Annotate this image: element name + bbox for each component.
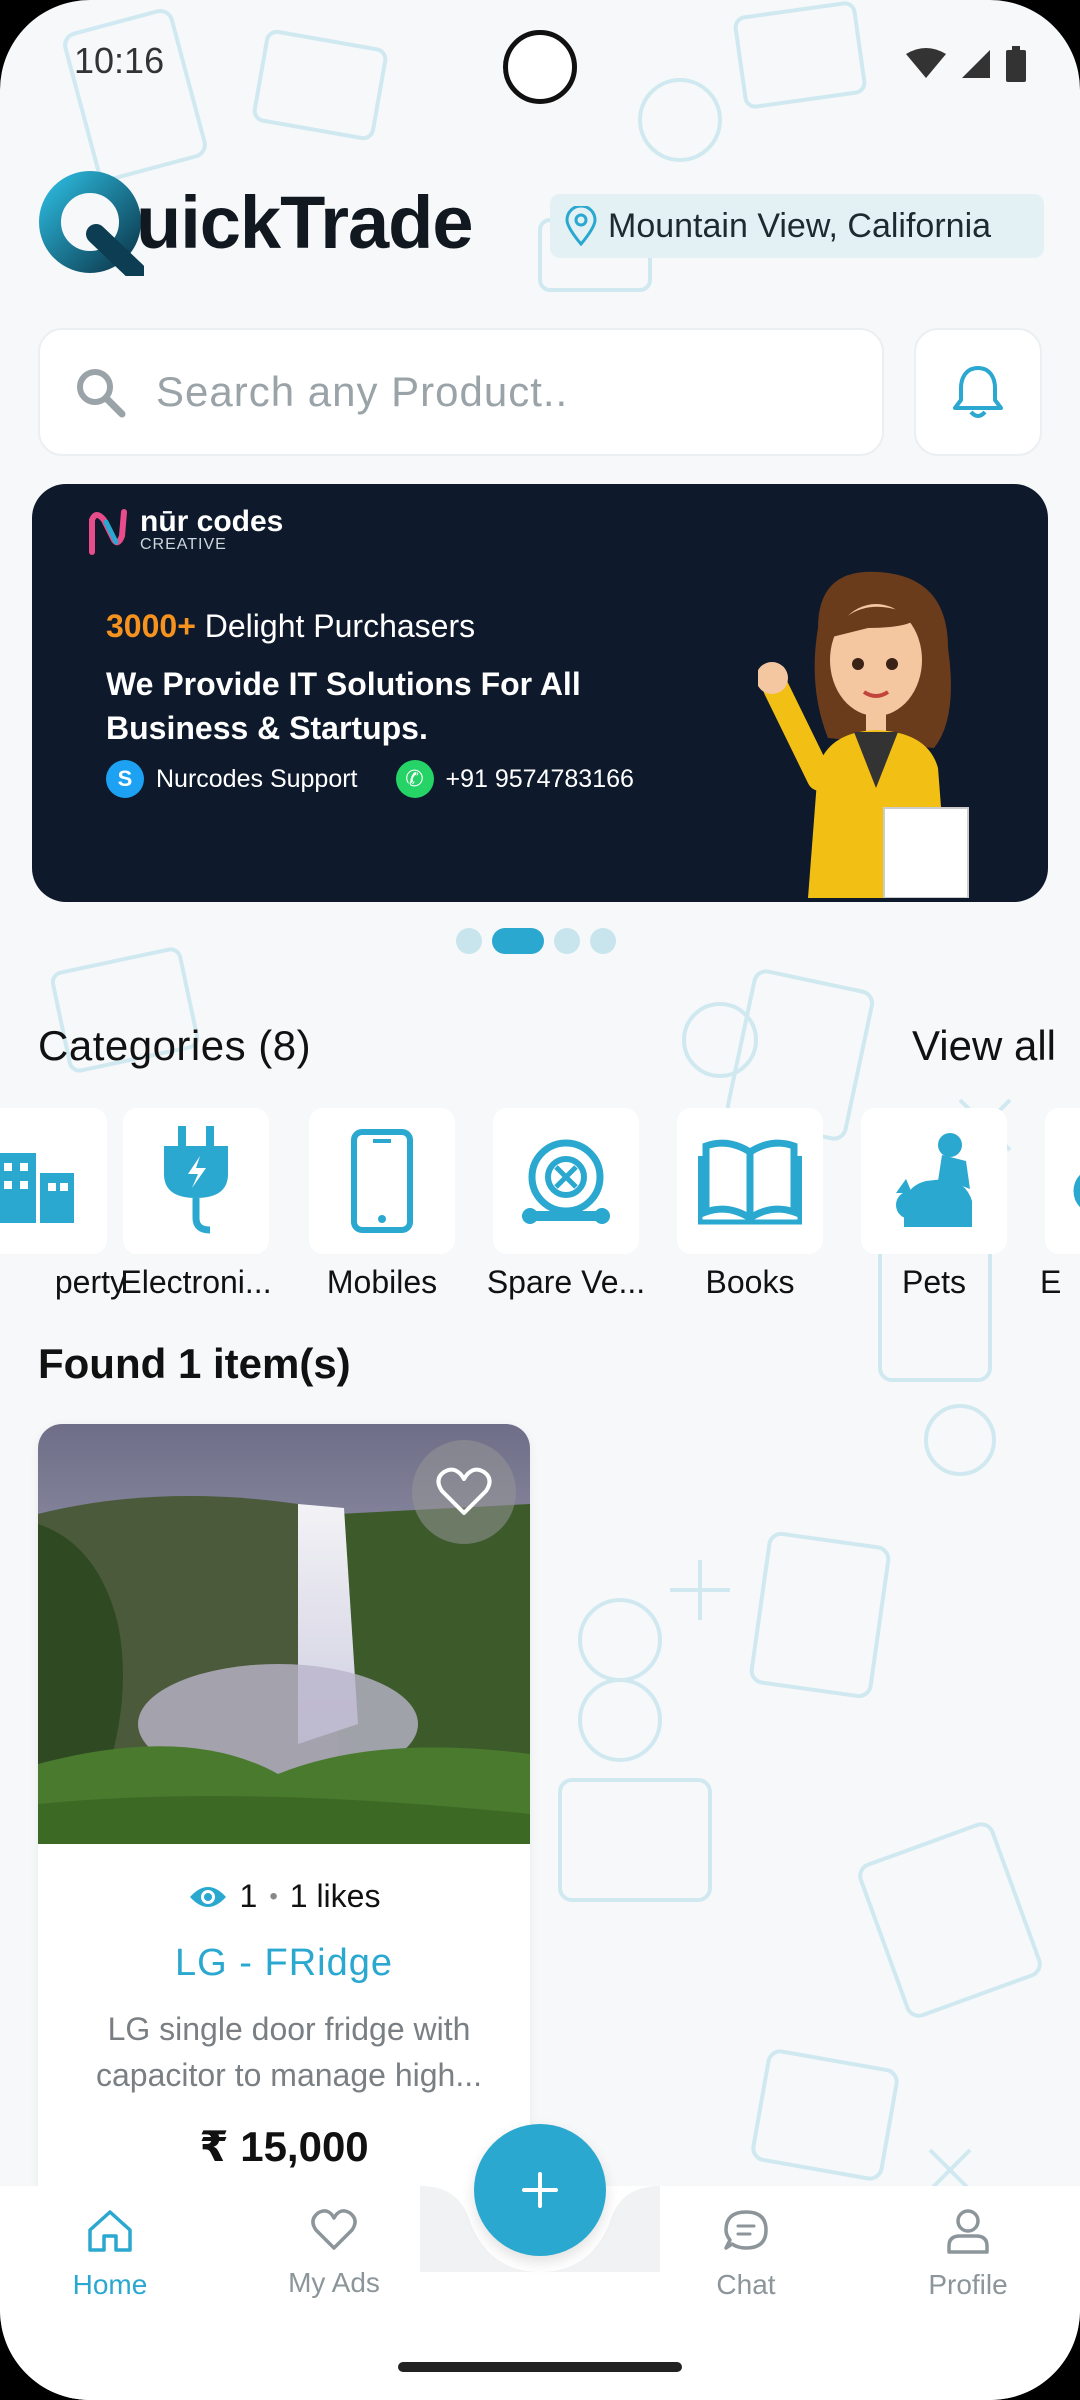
nav-my-ads[interactable]: My Ads (254, 2208, 414, 2299)
nav-home[interactable]: Home (30, 2208, 190, 2301)
stat-highlight: 3000+ (106, 608, 196, 644)
nav-chat-label: Chat (716, 2269, 776, 2300)
spare-part-icon (522, 1139, 610, 1224)
category-label: Mobiles (326, 1264, 438, 1300)
category-icon-box (861, 1108, 1007, 1254)
plus-icon (522, 2172, 558, 2208)
stat-text: Delight Purchasers (195, 608, 476, 644)
likes-count: 1 likes (289, 1878, 381, 1914)
gesture-home-bar[interactable] (398, 2362, 682, 2372)
product-stats: 1 • 1 likes (38, 1878, 530, 1915)
brand-sub: CREATIVE (140, 536, 227, 553)
app-name: uickTrade (136, 180, 474, 264)
category-label: Spare Ve... (486, 1264, 646, 1300)
category-partial[interactable]: E (1026, 1108, 1080, 1301)
category-spare-parts[interactable]: Spare Ve... (474, 1108, 658, 1301)
location-pin-icon (565, 206, 597, 246)
chat-icon (724, 2210, 768, 2250)
product-title: LG - FRidge (175, 1942, 393, 1984)
banner-pagination (456, 928, 616, 954)
category-icon-box (309, 1108, 455, 1254)
wifi-icon (906, 48, 946, 78)
whatsapp-contact: ✆ +91 9574783166 (395, 760, 634, 798)
category-icon-box (123, 1108, 269, 1254)
pagination-dot[interactable] (456, 928, 482, 954)
banner-stat: 3000+ Delight Purchasers (106, 608, 475, 645)
phone-icon (351, 1129, 413, 1233)
app-logo: uickTrade (36, 168, 474, 276)
results-count: Found 1 item(s) (38, 1340, 351, 1387)
favorite-button[interactable] (412, 1440, 516, 1544)
nav-my-ads-label: My Ads (288, 2267, 380, 2298)
nav-profile[interactable]: Profile (888, 2208, 1048, 2301)
banner-contacts: S Nurcodes Support ✆ +91 9574783166 (106, 760, 634, 798)
brand-logo-icon (89, 509, 127, 555)
bell-icon (953, 366, 1003, 418)
plug-icon (164, 1126, 228, 1234)
nav-home-label: Home (72, 2269, 148, 2300)
search-icon (77, 369, 126, 418)
skype-icon: S (106, 760, 144, 798)
product-description: LG single door fridge with capacitor to … (95, 2011, 482, 2093)
banner-headline: We Provide IT Solutions For All Business… (106, 666, 581, 746)
pagination-dot[interactable] (590, 928, 616, 954)
separator-dot: • (269, 1882, 278, 1910)
categories-title: Categories (8) (38, 1022, 312, 1069)
notifications-button[interactable] (914, 328, 1042, 456)
category-books[interactable]: Books (658, 1108, 842, 1301)
category-label: Electroni... (120, 1264, 272, 1300)
add-listing-button[interactable] (474, 2124, 606, 2256)
promo-banner[interactable]: nūr codes CREATIVE 3000+ Delight Purchas… (32, 484, 1048, 902)
category-electronics[interactable]: Electroni... (104, 1108, 288, 1301)
building-icon (0, 1153, 74, 1223)
category-icon-box (493, 1108, 639, 1254)
book-icon (698, 1139, 802, 1225)
category-label: Pets (901, 1264, 967, 1300)
category-label: E (1040, 1264, 1062, 1300)
search-bar[interactable]: Search any Product.. (38, 328, 884, 456)
search-input[interactable]: Search any Product.. (156, 368, 568, 416)
logo-q-mark (39, 171, 144, 276)
brand-name: nūr codes (140, 505, 284, 538)
category-mobiles[interactable]: Mobiles (290, 1108, 474, 1301)
location-label: Mountain View, California (608, 206, 992, 245)
pagination-dot[interactable] (554, 928, 580, 954)
waving-girl-illustration (758, 571, 969, 898)
category-label: Books (705, 1264, 795, 1300)
view-all-link[interactable]: View all (912, 1022, 1056, 1070)
location-chip[interactable]: Mountain View, California (550, 194, 1044, 258)
category-icon-box (677, 1108, 823, 1254)
heart-outline-icon (311, 2209, 357, 2250)
pets-icon (896, 1133, 972, 1227)
heart-icon (436, 1467, 492, 1515)
category-pets[interactable]: Pets (842, 1108, 1026, 1301)
battery-icon (1006, 46, 1026, 82)
profile-icon (947, 2209, 989, 2254)
nav-chat[interactable]: Chat (666, 2208, 826, 2301)
phone-screen: 10:16 uickTrade Mountain View, Californi… (0, 0, 1080, 2400)
nav-profile-label: Profile (928, 2269, 1008, 2300)
pagination-dot-active[interactable] (492, 928, 544, 954)
views-count: 1 (239, 1878, 258, 1914)
eye-icon (189, 1886, 226, 1907)
contact-support-label: Nurcodes Support (156, 764, 358, 793)
contact-phone-label: +91 9574783166 (445, 764, 634, 793)
whatsapp-icon: ✆ (395, 760, 434, 798)
front-camera (503, 30, 577, 104)
signal-icon (962, 50, 990, 78)
scooter-icon (1073, 1174, 1080, 1208)
home-icon (88, 2210, 132, 2252)
banner-brand: nūr codes CREATIVE (86, 506, 283, 556)
status-icons (906, 46, 1026, 82)
category-icon-box (0, 1108, 107, 1254)
status-time: 10:16 (74, 40, 165, 81)
categories-scroller[interactable]: perty Electroni... Mobiles Spare Ve... B… (0, 1108, 1080, 1318)
category-icon-box (1045, 1108, 1080, 1254)
skype-contact: S Nurcodes Support (106, 760, 358, 798)
